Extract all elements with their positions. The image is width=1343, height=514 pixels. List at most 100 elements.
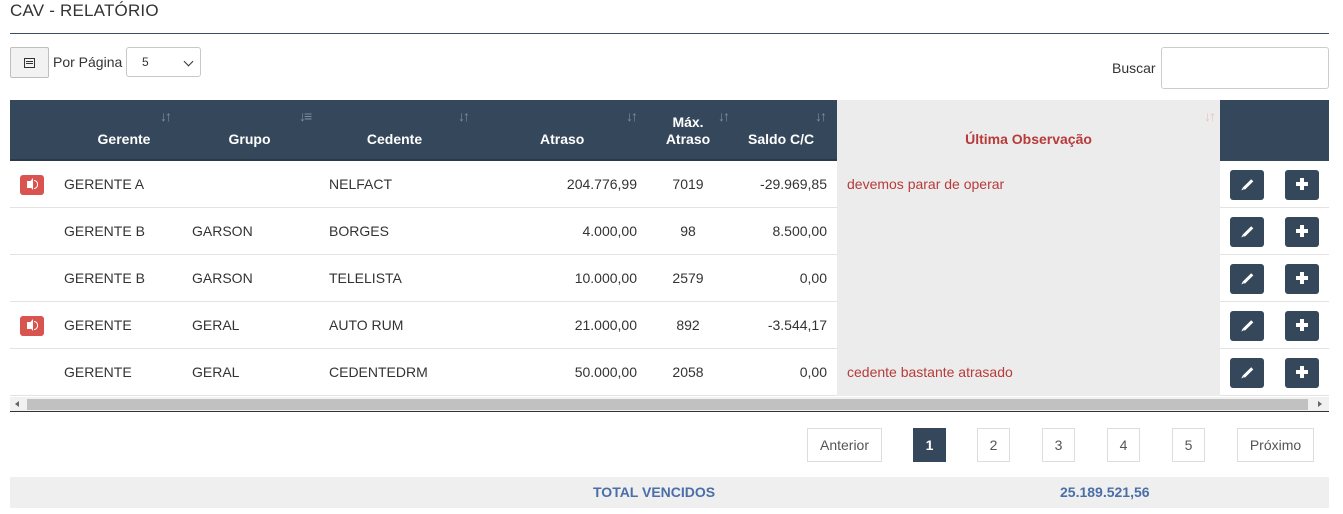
sort-icon: ↓↑ <box>1204 108 1216 124</box>
cell-cedente: TELELISTA <box>329 270 402 286</box>
column-obs[interactable]: ↓↑ Última Observação <box>837 100 1220 161</box>
per-page-value: 5 <box>142 55 149 69</box>
cell-obs: devemos parar de operar <box>847 176 1005 192</box>
cell-atraso: 21.000,00 <box>574 317 637 333</box>
pencil-icon <box>1242 273 1254 284</box>
cell-saldo: 0,00 <box>799 270 827 286</box>
volume-icon <box>27 322 31 329</box>
column-atraso[interactable]: ↓↑ Atraso <box>475 100 643 161</box>
volume-icon <box>27 181 31 188</box>
table-row: GERENTE A NELFACT 204.776,99 7019 -29.969,85… <box>10 161 1329 208</box>
cell-gerente: GERENTE A <box>64 176 145 192</box>
sort-active-icon: ↓≡ <box>299 108 312 124</box>
scrollbar-thumb[interactable] <box>27 399 1308 410</box>
add-button[interactable] <box>1285 358 1319 388</box>
table-row: GERENTE B GARSON BORGES 4.000,00 98 8.500,00 <box>10 208 1329 255</box>
cell-max-atraso: 98 <box>680 223 696 239</box>
plus-icon <box>1296 225 1308 237</box>
alarm-button[interactable] <box>20 175 44 195</box>
cell-saldo: -3.544,17 <box>767 317 827 333</box>
column-gerente[interactable]: ↓↑ Gerente <box>63 100 185 161</box>
pencil-icon <box>1242 226 1254 237</box>
total-value: 25.189.521,56 <box>1060 484 1150 500</box>
pagination-page-2[interactable]: 2 <box>977 428 1010 462</box>
cell-saldo: -29.969,85 <box>760 176 827 192</box>
plus-icon <box>1296 178 1308 190</box>
plus-icon <box>1296 272 1308 284</box>
cell-obs <box>837 208 1220 255</box>
plus-icon <box>1296 319 1308 331</box>
cell-obs <box>837 302 1220 349</box>
cell-cedente: NELFACT <box>329 176 393 192</box>
column-max-atraso[interactable]: ↓↑ Máx. Atraso <box>643 100 733 161</box>
cell-grupo: GARSON <box>192 223 253 239</box>
pagination-page-4[interactable]: 4 <box>1107 428 1140 462</box>
pencil-icon <box>1242 320 1254 331</box>
cell-max-atraso: 7019 <box>672 176 704 192</box>
table-row: GERENTE GERAL AUTO RUM 21.000,00 892 -3.544,1… <box>10 302 1329 349</box>
cell-cedente: CEDENTEDRM <box>329 364 428 380</box>
column-grupo[interactable]: ↓≡ Grupo <box>185 100 314 161</box>
table-row: GERENTE GERAL CEDENTEDRM 50.000,00 2058 0,00 c… <box>10 349 1329 396</box>
cell-cedente: AUTO RUM <box>329 317 404 333</box>
cell-cedente: BORGES <box>329 223 389 239</box>
total-label: TOTAL VENCIDOS <box>593 484 716 500</box>
pagination-page-5[interactable]: 5 <box>1172 428 1205 462</box>
title-divider <box>10 33 1329 34</box>
pencil-icon <box>1242 367 1254 378</box>
cell-gerente: GERENTE B <box>64 223 145 239</box>
search-label: Buscar <box>1112 60 1156 76</box>
edit-button[interactable] <box>1230 217 1264 247</box>
cell-atraso: 204.776,99 <box>566 176 637 192</box>
pencil-icon <box>1242 179 1254 190</box>
edit-button[interactable] <box>1230 170 1264 200</box>
column-cedente[interactable]: ↓↑ Cedente <box>314 100 475 161</box>
cell-atraso: 10.000,00 <box>574 270 637 286</box>
sort-icon: ↓↑ <box>815 108 827 124</box>
edit-button[interactable] <box>1230 311 1264 341</box>
cell-max-atraso: 2058 <box>672 364 704 380</box>
edit-button[interactable] <box>1230 358 1264 388</box>
per-page-label: Por Página <box>53 54 123 70</box>
cell-gerente: GERENTE B <box>64 270 145 286</box>
cell-grupo: GARSON <box>192 270 253 286</box>
column-toggle-button[interactable] <box>10 47 49 78</box>
list-icon <box>24 57 35 68</box>
horizontal-scrollbar[interactable] <box>10 397 1329 412</box>
cell-atraso: 4.000,00 <box>582 223 638 239</box>
alarm-button[interactable] <box>20 316 44 336</box>
cell-obs: cedente bastante atrasado <box>847 364 1013 380</box>
cell-grupo: GERAL <box>192 317 240 333</box>
per-page-select[interactable]: 5 <box>126 47 201 77</box>
add-button[interactable] <box>1285 264 1319 294</box>
column-saldo[interactable]: ↓↑ Saldo C/C <box>733 100 837 161</box>
column-alarm <box>10 100 63 161</box>
cell-max-atraso: 892 <box>676 317 700 333</box>
page-title: CAV - RELATÓRIO <box>10 1 159 20</box>
table-header: ↓↑ Gerente ↓≡ Grupo ↓↑ Cedente ↓↑ Atraso… <box>10 100 1329 161</box>
scroll-left-icon[interactable] <box>15 401 19 407</box>
add-button[interactable] <box>1285 217 1319 247</box>
cell-grupo: GERAL <box>192 364 240 380</box>
chevron-down-icon <box>183 56 194 67</box>
pagination-page-1[interactable]: 1 <box>913 428 946 462</box>
cell-saldo: 0,00 <box>799 364 827 380</box>
table-row: GERENTE B GARSON TELELISTA 10.000,00 2579 0,0… <box>10 255 1329 302</box>
add-button[interactable] <box>1285 311 1319 341</box>
totals-footer: TOTAL VENCIDOS 25.189.521,56 <box>10 477 1329 508</box>
sort-icon: ↓↑ <box>626 108 638 124</box>
plus-icon <box>1296 366 1308 378</box>
sort-icon: ↓↑ <box>160 108 172 124</box>
edit-button[interactable] <box>1230 264 1264 294</box>
search-input[interactable] <box>1161 47 1329 89</box>
scroll-right-icon[interactable] <box>1318 401 1322 407</box>
cell-atraso: 50.000,00 <box>574 364 637 380</box>
cell-gerente: GERENTE <box>64 317 132 333</box>
pagination-next[interactable]: Próximo <box>1237 428 1314 462</box>
cell-obs <box>837 255 1220 302</box>
sort-icon: ↓↑ <box>458 108 470 124</box>
cell-saldo: 8.500,00 <box>772 223 828 239</box>
pagination-prev[interactable]: Anterior <box>807 428 882 462</box>
add-button[interactable] <box>1285 170 1319 200</box>
pagination-page-3[interactable]: 3 <box>1042 428 1075 462</box>
